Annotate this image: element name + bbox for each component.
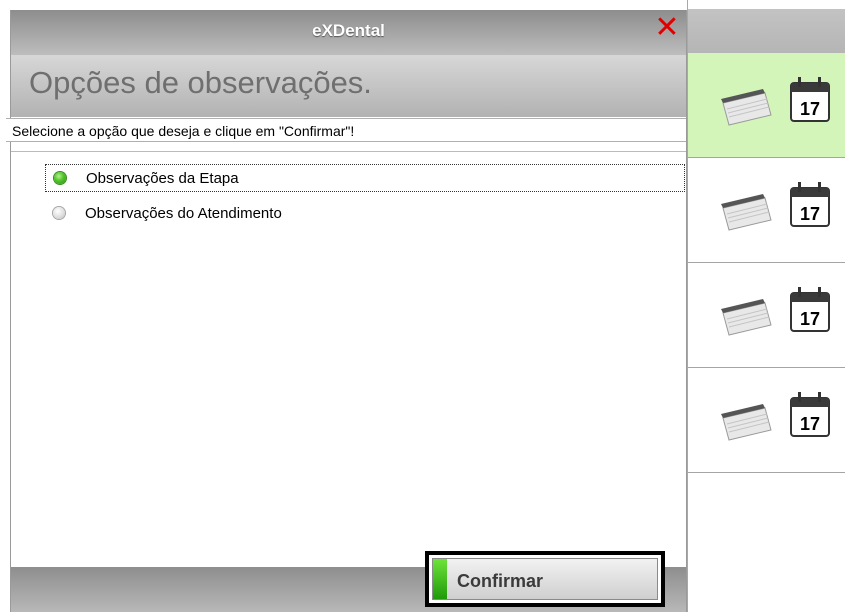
confirm-button-face[interactable]: Confirmar bbox=[432, 558, 658, 600]
confirm-button[interactable]: Confirmar bbox=[425, 551, 665, 607]
radio-selected-icon[interactable] bbox=[54, 172, 66, 184]
side-panel: 17 17 17 17 bbox=[687, 0, 845, 612]
option-label: Observações da Etapa bbox=[86, 170, 239, 187]
divider bbox=[11, 151, 686, 152]
side-row[interactable]: 17 bbox=[688, 263, 845, 368]
calendar-day: 17 bbox=[800, 309, 820, 329]
page-title: Opções de observações. bbox=[29, 65, 372, 100]
calendar-day: 17 bbox=[800, 414, 820, 434]
side-row[interactable]: 17 bbox=[688, 368, 845, 473]
side-row[interactable]: 17 bbox=[688, 53, 845, 158]
instruction-text: Selecione a opção que deseja e clique em… bbox=[6, 118, 686, 142]
title-bar[interactable]: eXDental ✕ bbox=[11, 10, 686, 55]
close-icon[interactable]: ✕ bbox=[654, 13, 680, 43]
calendar-icon[interactable]: 17 bbox=[788, 285, 832, 335]
calendar-day: 17 bbox=[800, 99, 820, 119]
option-label: Observações do Atendimento bbox=[85, 205, 282, 222]
options-dialog: eXDental ✕ Opções de observações. Seleci… bbox=[6, 10, 687, 612]
option-observacoes-atendimento[interactable]: Observações do Atendimento bbox=[45, 200, 685, 228]
confirm-label: Confirmar bbox=[457, 571, 544, 591]
radio-unselected-icon[interactable] bbox=[53, 207, 65, 219]
calendar-day: 17 bbox=[800, 204, 820, 224]
confirm-accent-bar bbox=[433, 559, 447, 599]
side-panel-header bbox=[688, 9, 845, 53]
notes-icon[interactable] bbox=[719, 299, 773, 337]
notes-icon[interactable] bbox=[719, 194, 773, 232]
dialog-header: Opções de observações. bbox=[11, 55, 686, 117]
calendar-icon[interactable]: 17 bbox=[788, 180, 832, 230]
option-observacoes-etapa[interactable]: Observações da Etapa bbox=[45, 164, 685, 192]
window-title: eXDental bbox=[312, 21, 385, 40]
notes-icon[interactable] bbox=[719, 404, 773, 442]
side-row[interactable]: 17 bbox=[688, 158, 845, 263]
notes-icon[interactable] bbox=[719, 89, 773, 127]
calendar-icon[interactable]: 17 bbox=[788, 390, 832, 440]
calendar-icon[interactable]: 17 bbox=[788, 75, 832, 125]
